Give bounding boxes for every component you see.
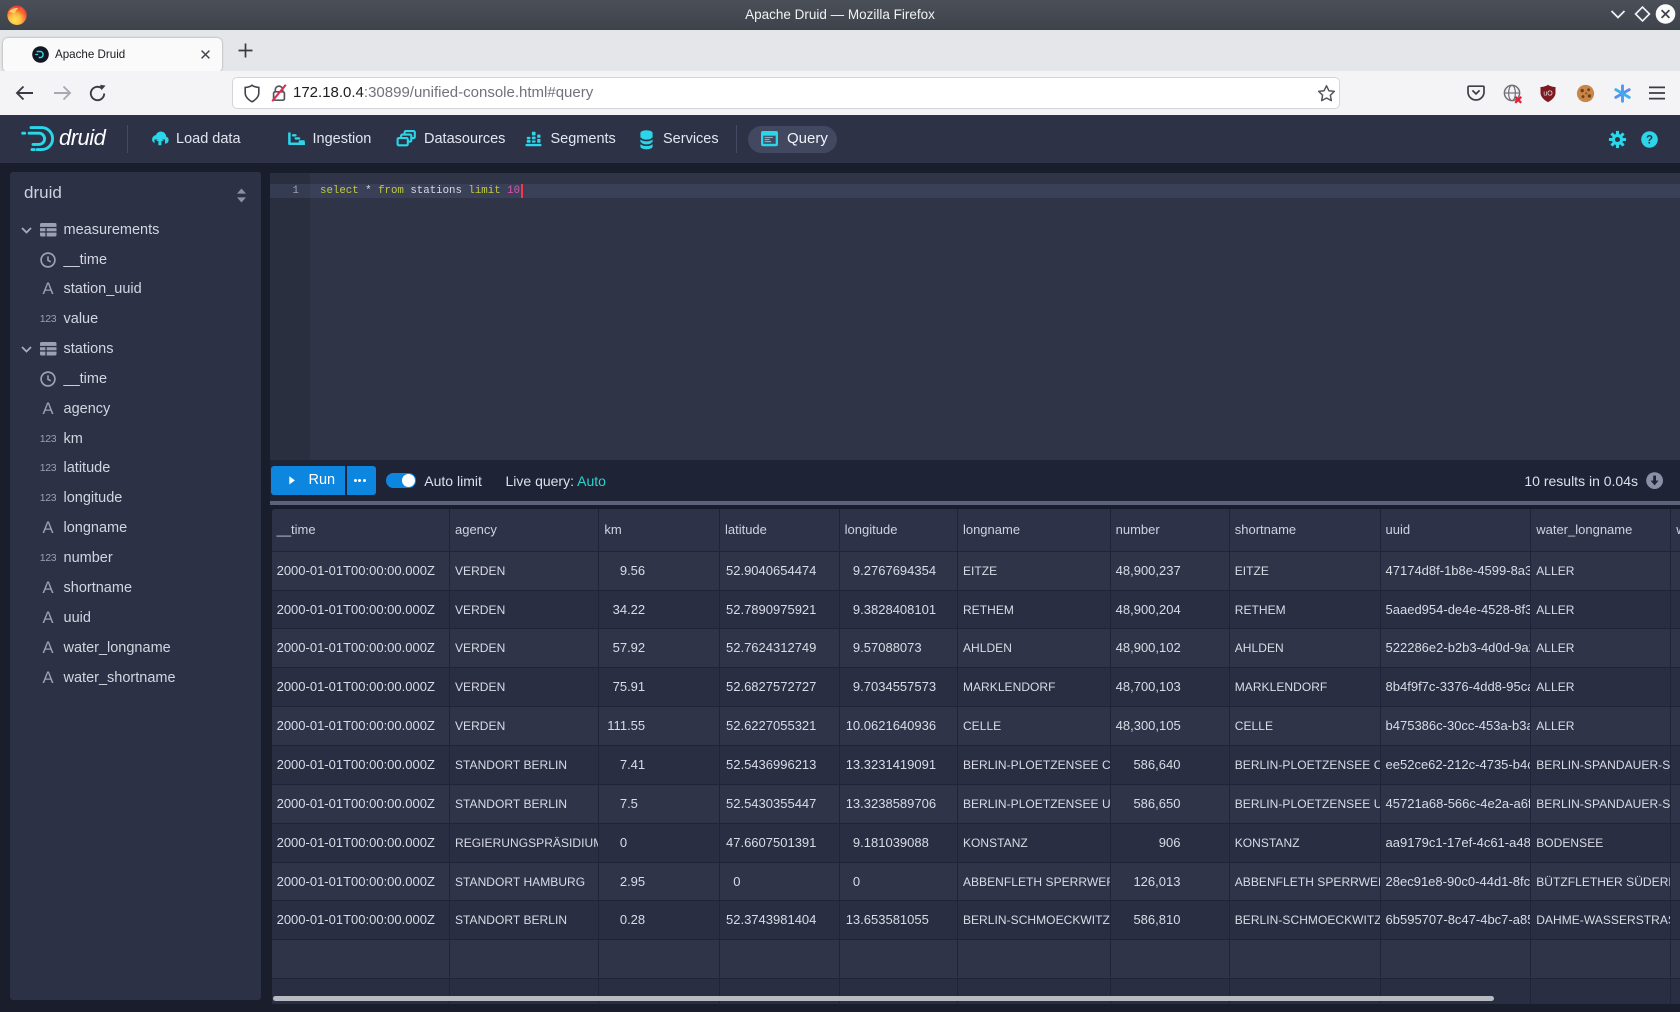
- svg-text:uO: uO: [1543, 91, 1553, 98]
- svg-text:?: ?: [1646, 134, 1653, 146]
